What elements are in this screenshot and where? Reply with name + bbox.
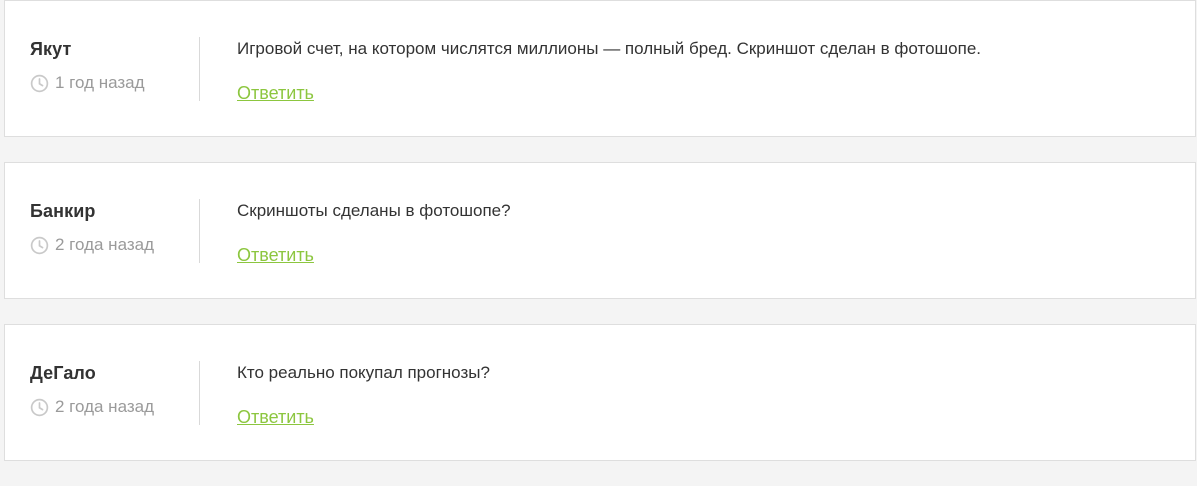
comment-content: Кто реально покупал прогнозы? Ответить xyxy=(237,325,1175,460)
clock-icon xyxy=(30,398,49,417)
comment-content: Игровой счет, на котором числятся миллио… xyxy=(237,1,1175,136)
reply-link[interactable]: Ответить xyxy=(237,407,314,428)
comment-time-label: 2 года назад xyxy=(55,235,155,254)
comment-card: ДеГало 2 года назад Кто реально покупал … xyxy=(4,324,1196,461)
comment-author: ДеГало xyxy=(30,363,96,383)
comment-divider xyxy=(199,361,200,425)
comment-divider xyxy=(199,199,200,263)
comment-card: Банкир 2 года назад Скриншоты сделаны в … xyxy=(4,162,1196,299)
clock-icon xyxy=(30,236,49,255)
comment-time: 1 год назад xyxy=(30,73,145,93)
comment-text: Игровой счет, на котором числятся миллио… xyxy=(237,39,982,58)
clock-icon xyxy=(30,74,49,93)
comment-meta: Банкир 2 года назад xyxy=(5,163,200,298)
comment-meta: ДеГало 2 года назад xyxy=(5,325,200,460)
comment-card: Якут 1 год назад Игровой счет, на которо… xyxy=(4,0,1196,137)
comment-meta: Якут 1 год назад xyxy=(5,1,200,136)
comment-list: Якут 1 год назад Игровой счет, на которо… xyxy=(4,0,1196,486)
comment-divider xyxy=(199,37,200,101)
comment-author: Якут xyxy=(30,39,72,59)
comment-time-label: 2 года назад xyxy=(55,397,155,416)
reply-link[interactable]: Ответить xyxy=(237,245,314,266)
comment-time: 2 года назад xyxy=(30,397,154,417)
comment-text: Кто реально покупал прогнозы? xyxy=(237,363,490,382)
comment-text: Скриншоты сделаны в фотошопе? xyxy=(237,201,511,220)
comment-author: Банкир xyxy=(30,201,96,221)
comment-time: 2 года назад xyxy=(30,235,154,255)
comment-time-label: 1 год назад xyxy=(55,73,145,92)
reply-link[interactable]: Ответить xyxy=(237,83,314,104)
comment-content: Скриншоты сделаны в фотошопе? Ответить xyxy=(237,163,1175,298)
